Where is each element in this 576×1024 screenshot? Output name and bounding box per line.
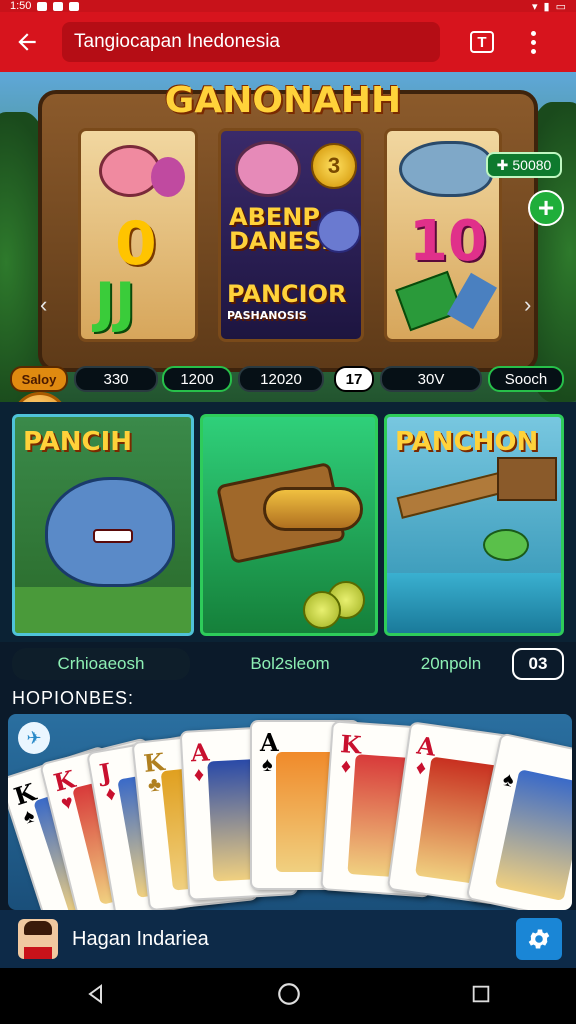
card-suit-icon: ♠ xyxy=(262,754,273,776)
fish-character-icon xyxy=(235,141,301,197)
orb-icon xyxy=(317,209,361,253)
avatar[interactable] xyxy=(18,919,58,959)
cash-stack-icon xyxy=(395,270,463,332)
battery-icon: ▭ xyxy=(555,0,566,13)
overflow-menu-button[interactable] xyxy=(518,22,548,62)
stats-row: Saloy 330 1200 12020 17 30V Sooch xyxy=(0,366,576,398)
nav-home-button[interactable] xyxy=(276,981,302,1012)
ground-decoration xyxy=(15,587,191,633)
stat-value: 30V xyxy=(380,366,482,392)
add-button[interactable]: + xyxy=(528,190,564,226)
reel-symbol: PANCIOR PASHANOSIS xyxy=(227,280,347,327)
square-recents-icon xyxy=(472,985,490,1002)
nav-recents-button[interactable] xyxy=(470,983,492,1010)
promo-tile[interactable]: PANCIH xyxy=(12,414,194,636)
game-title: GANONAHH xyxy=(164,80,402,121)
balance-value: 50080 xyxy=(512,157,552,173)
card-suit-icon: ♦ xyxy=(414,756,428,780)
shark-teeth-icon xyxy=(93,529,133,543)
notification-icon xyxy=(37,1,48,11)
wifi-icon: ▾ xyxy=(532,0,538,13)
balance-chip[interactable]: ✚ 50080 xyxy=(486,152,562,178)
arrow-left-icon xyxy=(18,33,36,51)
category-tag[interactable]: Crhioaeosh xyxy=(12,648,190,680)
water-decoration xyxy=(387,573,561,633)
plus-icon: ✚ xyxy=(496,156,509,173)
shark-icon xyxy=(399,141,493,197)
stat-label[interactable]: Saloy xyxy=(10,366,68,392)
reel-symbol: 10 xyxy=(409,209,487,274)
user-bar: Hagan Indariea xyxy=(0,910,576,968)
category-tag[interactable]: Bol2sleom xyxy=(208,648,372,680)
coin-icon: 3 xyxy=(311,143,357,189)
card-rank: A xyxy=(260,728,279,757)
notification-icon xyxy=(53,1,64,11)
slot-game-banner[interactable]: GANONAHH 0 JJ 3 ABENP DANESH PANCIOR PAS… xyxy=(0,72,576,402)
card-suit-icon: ♦ xyxy=(193,763,205,787)
notification-icon xyxy=(69,1,80,11)
promo-title: PANCIH xyxy=(23,427,133,457)
stat-value: 12020 xyxy=(238,366,324,392)
slot-reel: 0 JJ xyxy=(78,128,198,342)
promo-title: PANCHON xyxy=(395,427,539,457)
section-heading: HOPIONBES: xyxy=(12,688,135,708)
cannon-barrel-icon xyxy=(263,487,363,531)
stat-value: 330 xyxy=(74,366,158,392)
category-tag[interactable]: 20npoln xyxy=(396,648,506,680)
user-name: Hagan Indariea xyxy=(72,927,209,950)
fishing-hook-icon xyxy=(447,272,497,330)
status-bar: 1:50 ▾ ▮ ▭ xyxy=(0,0,576,13)
reel-symbol: 0 xyxy=(115,209,157,279)
count-badge[interactable]: 03 xyxy=(512,648,564,680)
shell-icon xyxy=(151,157,185,197)
coin-icon xyxy=(303,591,341,629)
card-suit-icon: ♦ xyxy=(340,755,352,778)
slot-reel: 10 xyxy=(384,128,502,342)
tabs-button[interactable]: T xyxy=(470,31,494,53)
gear-icon xyxy=(528,929,550,949)
promo-section: PANCIH PANCHON xyxy=(0,402,576,642)
title-field[interactable]: Tangiocapan Inedonesia xyxy=(62,22,440,62)
card-suit-icon: ♦ xyxy=(103,782,118,806)
plane-icon[interactable]: ✈ xyxy=(18,722,50,754)
chevron-right-icon[interactable]: › xyxy=(524,292,531,318)
nav-back-button[interactable] xyxy=(84,982,108,1011)
reel-symbol: JJ xyxy=(95,271,136,334)
settings-button[interactable] xyxy=(516,918,562,960)
cards-banner[interactable]: ✈ K ♠ K ♥ J ♦ K ♣ A ♦ A ♠ K ♦ A ♦ ♠ xyxy=(8,714,572,910)
slot-reel: 3 ABENP DANESH PANCIOR PASHANOSIS xyxy=(218,128,364,342)
hut-icon xyxy=(497,457,557,501)
system-nav-bar xyxy=(0,968,576,1024)
circle-home-icon xyxy=(278,982,300,1005)
card-suit-icon: ♣ xyxy=(146,773,163,797)
fish-icon xyxy=(483,529,529,561)
signal-icon: ▮ xyxy=(543,0,550,13)
triangle-back-icon xyxy=(88,983,102,1004)
promo-tile[interactable]: PANCHON xyxy=(384,414,564,636)
reel-text-line: PANCIOR xyxy=(227,280,347,308)
app-bar: Tangiocapan Inedonesia T xyxy=(0,12,576,72)
category-row: Crhioaeosh Bol2sleom 20npoln 03 xyxy=(0,642,576,686)
search-button[interactable]: Sooch xyxy=(488,366,564,392)
promo-tile[interactable] xyxy=(200,414,378,636)
status-time: 1:50 xyxy=(10,0,32,12)
back-button[interactable] xyxy=(4,19,50,65)
stat-value: 1200 xyxy=(162,366,232,392)
tabs-label: T xyxy=(477,33,487,51)
page-title: Tangiocapan Inedonesia xyxy=(74,31,281,52)
card-suit-icon: ♠ xyxy=(500,768,516,792)
reel-text-line: PASHANOSIS xyxy=(227,309,307,322)
stat-selected[interactable]: 17 xyxy=(334,366,374,392)
chevron-left-icon[interactable]: ‹ xyxy=(40,292,47,318)
